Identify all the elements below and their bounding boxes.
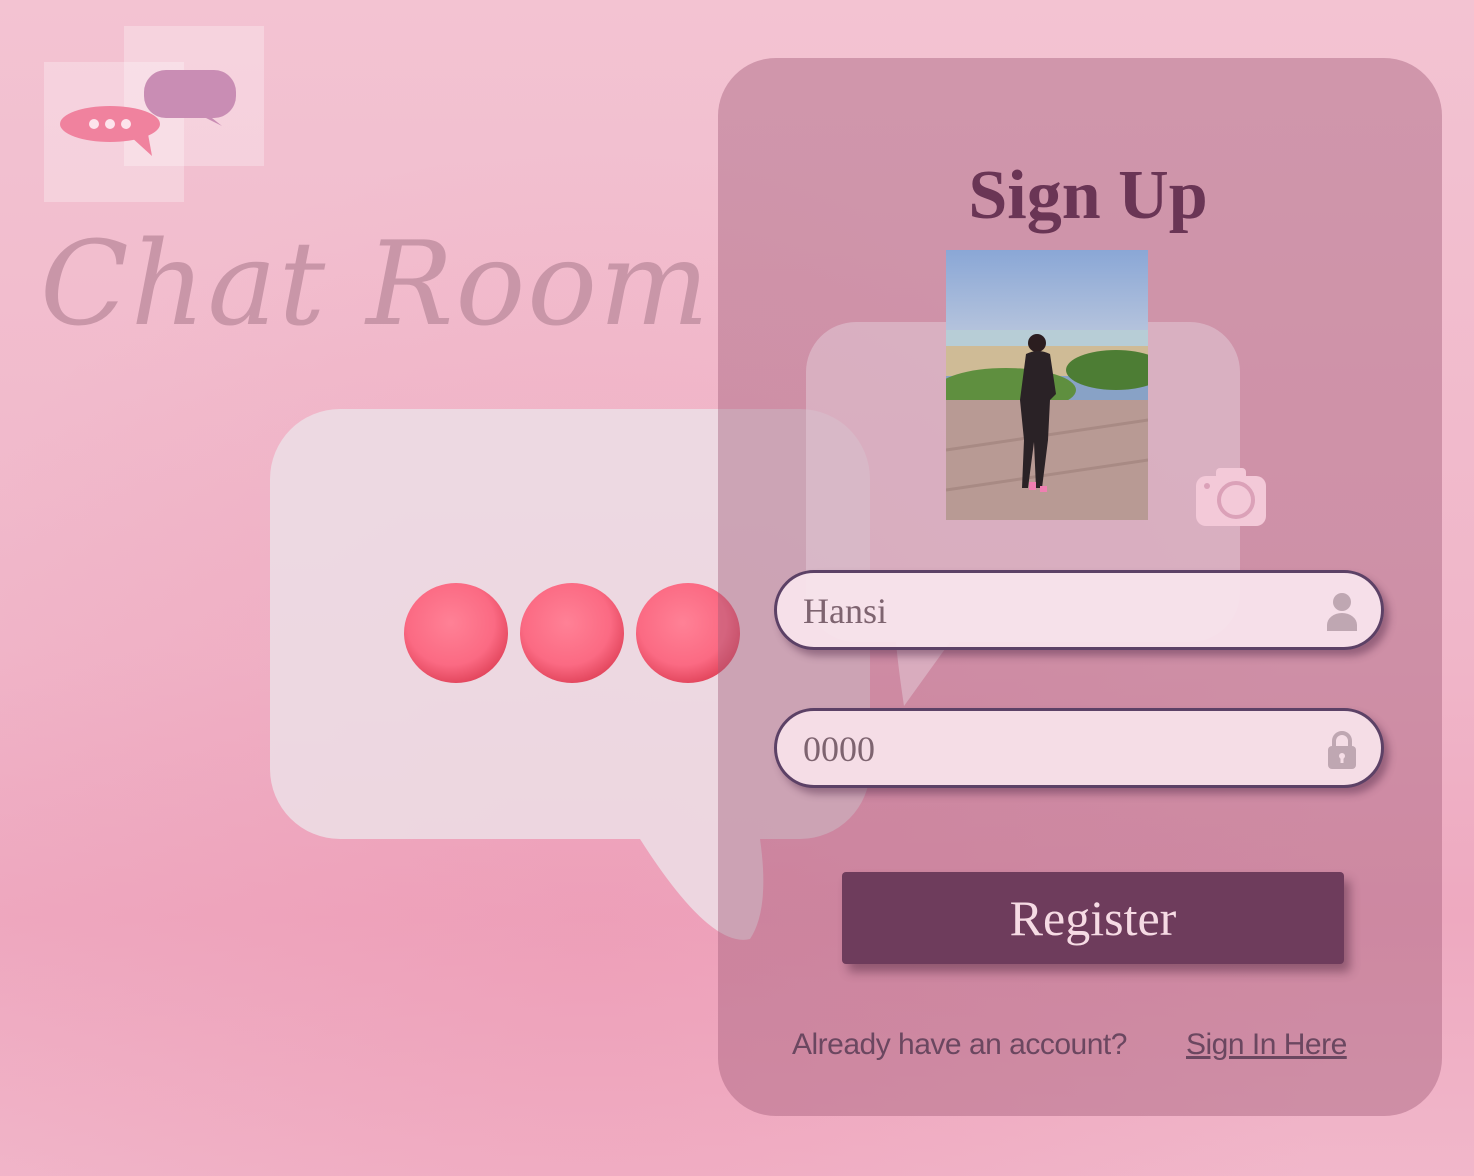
app-logo bbox=[44, 26, 264, 202]
password-field bbox=[774, 708, 1384, 788]
typing-dot bbox=[520, 583, 624, 683]
typing-dot bbox=[404, 583, 508, 683]
username-field bbox=[774, 570, 1384, 650]
register-button[interactable]: Register bbox=[842, 872, 1344, 964]
camera-icon[interactable] bbox=[1194, 466, 1268, 528]
app-title: Chat Room bbox=[40, 217, 712, 352]
password-input[interactable] bbox=[801, 719, 1305, 779]
signin-link[interactable]: Sign In Here bbox=[1186, 1028, 1347, 1062]
username-input[interactable] bbox=[801, 581, 1305, 641]
user-icon bbox=[1327, 593, 1357, 631]
footer-text: Already have an account? bbox=[792, 1028, 1127, 1061]
profile-photo[interactable] bbox=[946, 250, 1148, 520]
chat-logo-icon bbox=[60, 70, 236, 156]
lock-icon bbox=[1328, 731, 1356, 769]
page-title: Sign Up bbox=[968, 157, 1208, 234]
signup-card: Sign Up Hansi 0000 Register Already have… bbox=[718, 58, 1442, 1116]
